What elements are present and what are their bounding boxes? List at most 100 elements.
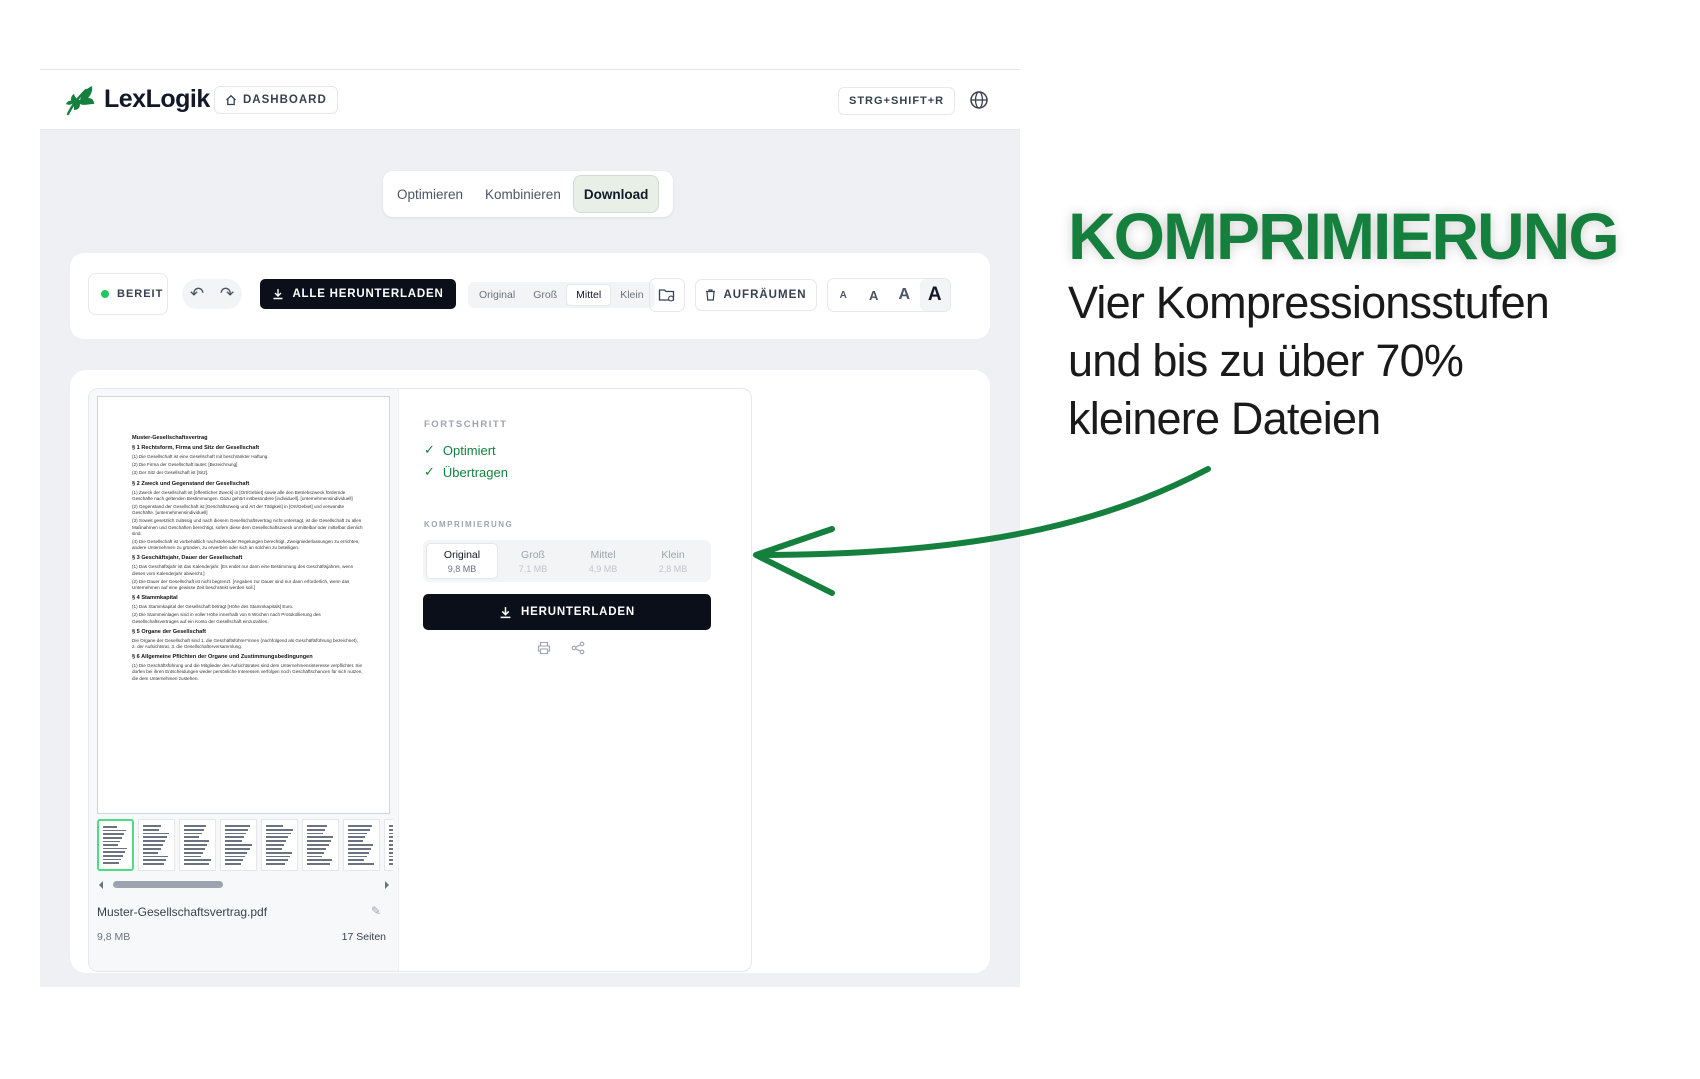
page-thumbnail[interactable] [97, 819, 134, 871]
font-size-md[interactable]: A [889, 286, 920, 304]
page-thumbnail[interactable] [302, 819, 339, 871]
font-size-lg[interactable]: A [919, 279, 950, 311]
page-count: 17 Seiten [341, 931, 386, 943]
page-thumbnail[interactable] [138, 819, 175, 871]
thumbnail-text-line [103, 833, 124, 835]
thumbnail-text-line [307, 825, 328, 827]
thumbnail-text-line [184, 851, 203, 854]
promo-line-3: kleinere Dateien [1068, 393, 1381, 444]
thumbnail-text-line [103, 826, 117, 828]
option-size: 4,9 MB [588, 563, 618, 574]
thumbnail-text-line [389, 863, 393, 865]
dashboard-button[interactable]: DASHBOARD [214, 86, 338, 114]
thumbnail-text-line [143, 836, 168, 839]
thumbnail-text-line [348, 844, 374, 846]
shortcut-hint[interactable]: STRG+SHIFT+R [838, 87, 956, 115]
folder-gear-icon [658, 289, 675, 302]
thumbnail-text-line [389, 851, 393, 854]
step-optimized: ✓ Optimiert [424, 442, 496, 458]
thumbnail-text-line [184, 863, 209, 865]
document-actions: FORTSCHRITT ✓ Optimiert ✓ Übertragen KOM… [399, 389, 751, 971]
thumbnail-text-line [184, 832, 202, 835]
page-thumbnail[interactable] [261, 819, 298, 871]
page-thumbnail[interactable] [179, 819, 216, 871]
compression-option-klein[interactable]: Klein 2,8 MB [638, 543, 708, 579]
thumbnail-text-line [103, 829, 126, 832]
cleanup-button[interactable]: AUFRÄUMEN [695, 279, 817, 311]
thumbnail-text-line [143, 855, 169, 858]
compression-label: KOMPRIMIERUNG [424, 520, 514, 529]
thumbnail-scrollbar[interactable] [97, 878, 391, 890]
thumbnail-text-line [389, 825, 393, 827]
thumbnail-text-line [389, 847, 393, 850]
option-size: 9,8 MB [447, 563, 477, 574]
thumbnail-text-line [307, 863, 330, 865]
folder-settings-button[interactable] [649, 278, 685, 312]
compression-option-mittel[interactable]: Mittel 4,9 MB [568, 543, 638, 579]
thumbnail-text-line [266, 825, 283, 827]
size-option-klein[interactable]: Klein [611, 284, 652, 306]
thumbnail-text-line [307, 836, 333, 839]
promo-line-2: und bis zu über 70% [1068, 335, 1464, 386]
thumbnail-text-line [348, 828, 370, 831]
scroll-right-icon[interactable] [383, 880, 391, 890]
size-option-gross[interactable]: Groß [524, 284, 566, 306]
thumbnail-text-line [389, 844, 393, 846]
tab-download[interactable]: Download [572, 175, 660, 213]
size-selector: Original Groß Mittel Klein [468, 282, 655, 308]
preview-title: Muster-Gesellschaftsvertrag [132, 435, 208, 441]
thumbnail-text-line [143, 851, 159, 854]
page-thumbnail[interactable] [220, 819, 257, 871]
pencil-icon[interactable]: ✎ [371, 904, 381, 918]
redo-icon[interactable]: ↷ [220, 284, 234, 304]
thumbnail-text-line [348, 863, 375, 865]
thumbnail-text-line [143, 825, 162, 827]
font-size-xs[interactable]: A [828, 290, 859, 301]
undo-icon[interactable]: ↶ [190, 284, 204, 304]
preview-line: (3) Soweit gesetzlich zulässig und nach … [132, 518, 363, 536]
preview-line: Die Organe der Gesellschaft sind 1. die … [132, 637, 358, 650]
preview-line: (2) Die Firma der Gesellschaft lautet: [… [132, 462, 238, 468]
thumbnail-text-line [225, 840, 242, 843]
thumbnail-text-line [225, 825, 251, 827]
option-name: Mittel [590, 548, 616, 561]
home-icon [226, 94, 236, 106]
thumbnail-text-line [307, 859, 333, 862]
trash-icon [706, 289, 716, 301]
thumbnail-text-line [307, 855, 323, 858]
font-size-group: A A A A [827, 278, 951, 312]
size-option-mittel[interactable]: Mittel [566, 284, 612, 306]
thumbnail-text-line [348, 840, 364, 843]
print-icon[interactable] [537, 641, 551, 655]
compression-selector: Original 9,8 MB Groß 7,1 MB Mittel 4,9 M… [423, 540, 711, 582]
size-option-original[interactable]: Original [470, 284, 524, 306]
scroll-left-icon[interactable] [97, 880, 105, 890]
thumbnail-text-line [307, 840, 331, 843]
page-thumbnail[interactable] [343, 819, 380, 871]
globe-icon[interactable] [968, 89, 990, 111]
scrollbar-thumb[interactable] [113, 881, 223, 888]
tab-kombinieren[interactable]: Kombinieren [475, 175, 571, 213]
page-preview[interactable]: Muster-Gesellschaftsvertrag § 1 Rechtsfo… [97, 396, 390, 814]
document-preview-area: Muster-Gesellschaftsvertrag § 1 Rechtsfo… [89, 389, 399, 971]
preview-line: (2) Die Dauer der Gesellschaft ist nicht… [132, 578, 350, 591]
page-thumbnails [97, 819, 393, 875]
thumbnail-text-line [103, 847, 128, 850]
status-label: BEREIT [117, 288, 164, 300]
download-all-button[interactable]: ALLE HERUNTERLADEN [260, 279, 456, 309]
shortcut-label: STRG+SHIFT+R [849, 95, 945, 107]
font-size-sm[interactable]: A [859, 288, 890, 303]
undo-redo-group: ↶ ↷ [182, 279, 242, 309]
thumbnail-text-line [143, 828, 160, 831]
share-icon[interactable] [571, 641, 585, 655]
step-label: Übertragen [442, 464, 508, 480]
page-thumbnail[interactable] [384, 819, 393, 871]
tab-optimieren[interactable]: Optimieren [387, 175, 473, 213]
pointer-arrow-icon [753, 466, 1211, 596]
compression-option-gross[interactable]: Groß 7,1 MB [498, 543, 568, 579]
thumbnail-text-line [266, 859, 288, 862]
top-bar: LexLogik DASHBOARD STRG+SHIFT+R [40, 70, 1020, 130]
compression-option-original[interactable]: Original 9,8 MB [426, 543, 498, 579]
progress-label: FORTSCHRITT [424, 419, 508, 430]
download-button[interactable]: HERUNTERLADEN [423, 594, 711, 630]
